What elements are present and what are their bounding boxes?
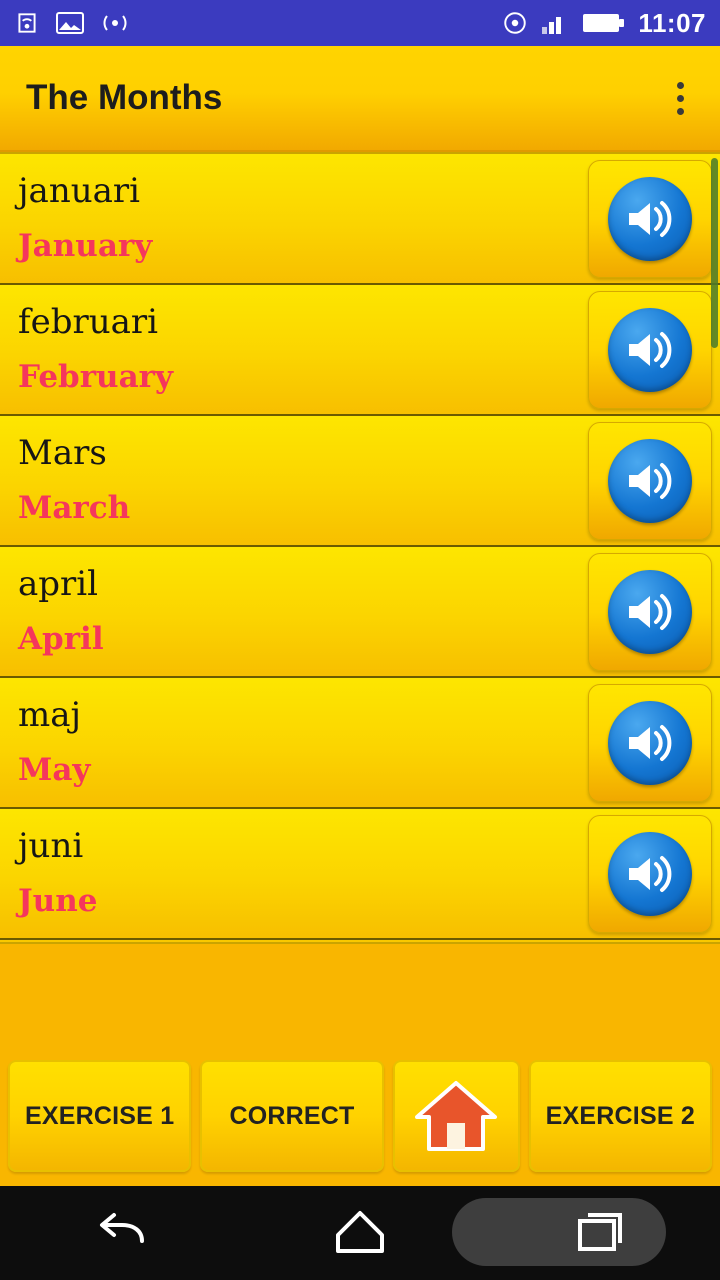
speaker-icon [608,570,692,654]
battery-icon [582,11,626,35]
list-item[interactable]: Mars March [0,416,720,547]
speak-button[interactable] [588,815,712,933]
page-title: The Months [26,78,223,117]
vertical-scrollbar[interactable] [711,158,718,348]
image-icon [56,11,84,35]
speaker-icon [608,177,692,261]
status-clock: 11:07 [638,7,706,38]
speaker-icon [608,832,692,916]
back-icon [92,1207,148,1260]
speaker-icon [608,439,692,523]
list-item[interactable]: juni June [0,809,720,940]
nav-back-button[interactable] [40,1186,200,1280]
overflow-menu-icon[interactable] [667,76,694,121]
exercise2-button[interactable]: EXERCISE 2 [528,1060,712,1172]
status-bar-left-icons [14,10,130,36]
content-spacer [0,1002,720,1060]
speak-button[interactable] [588,684,712,802]
exercise1-button[interactable]: EXERCISE 1 [8,1060,192,1172]
speaker-icon [608,701,692,785]
speak-button[interactable] [588,160,712,278]
overflow-dot [677,107,684,115]
overflow-dot [677,94,684,102]
system-nav-bar [0,1186,720,1280]
speak-button[interactable] [588,553,712,671]
nav-home-button[interactable] [280,1186,440,1280]
speak-button[interactable] [588,291,712,409]
wifi-broadcast-icon [100,12,130,34]
correct-button[interactable]: CORRECT [200,1060,384,1172]
phone-screen: 11:07 The Months januari January februar… [0,0,720,1280]
months-list[interactable]: januari January februari February Mars M… [0,152,720,944]
app-home-button[interactable] [392,1060,520,1172]
list-item[interactable]: maj May [0,678,720,809]
list-container: januari January februari February Mars M… [0,152,720,1002]
home-icon [334,1207,386,1260]
nav-recents-button[interactable] [520,1186,680,1280]
action-bar: The Months [0,46,720,152]
recents-icon [574,1207,626,1260]
list-item[interactable]: april April [0,547,720,678]
list-item[interactable]: januari January [0,154,720,285]
signal-icon [540,11,570,35]
cast-icon [14,10,40,36]
home-icon [413,1079,499,1153]
list-item[interactable]: februari February [0,285,720,416]
speaker-icon [608,308,692,392]
overflow-dot [677,81,684,89]
bottom-button-bar: EXERCISE 1 CORRECT EXERCISE 2 [0,1060,720,1186]
status-bar-right-icons: 11:07 [502,8,706,39]
speak-button[interactable] [588,422,712,540]
screen-share-icon [502,10,528,36]
status-bar: 11:07 [0,0,720,46]
